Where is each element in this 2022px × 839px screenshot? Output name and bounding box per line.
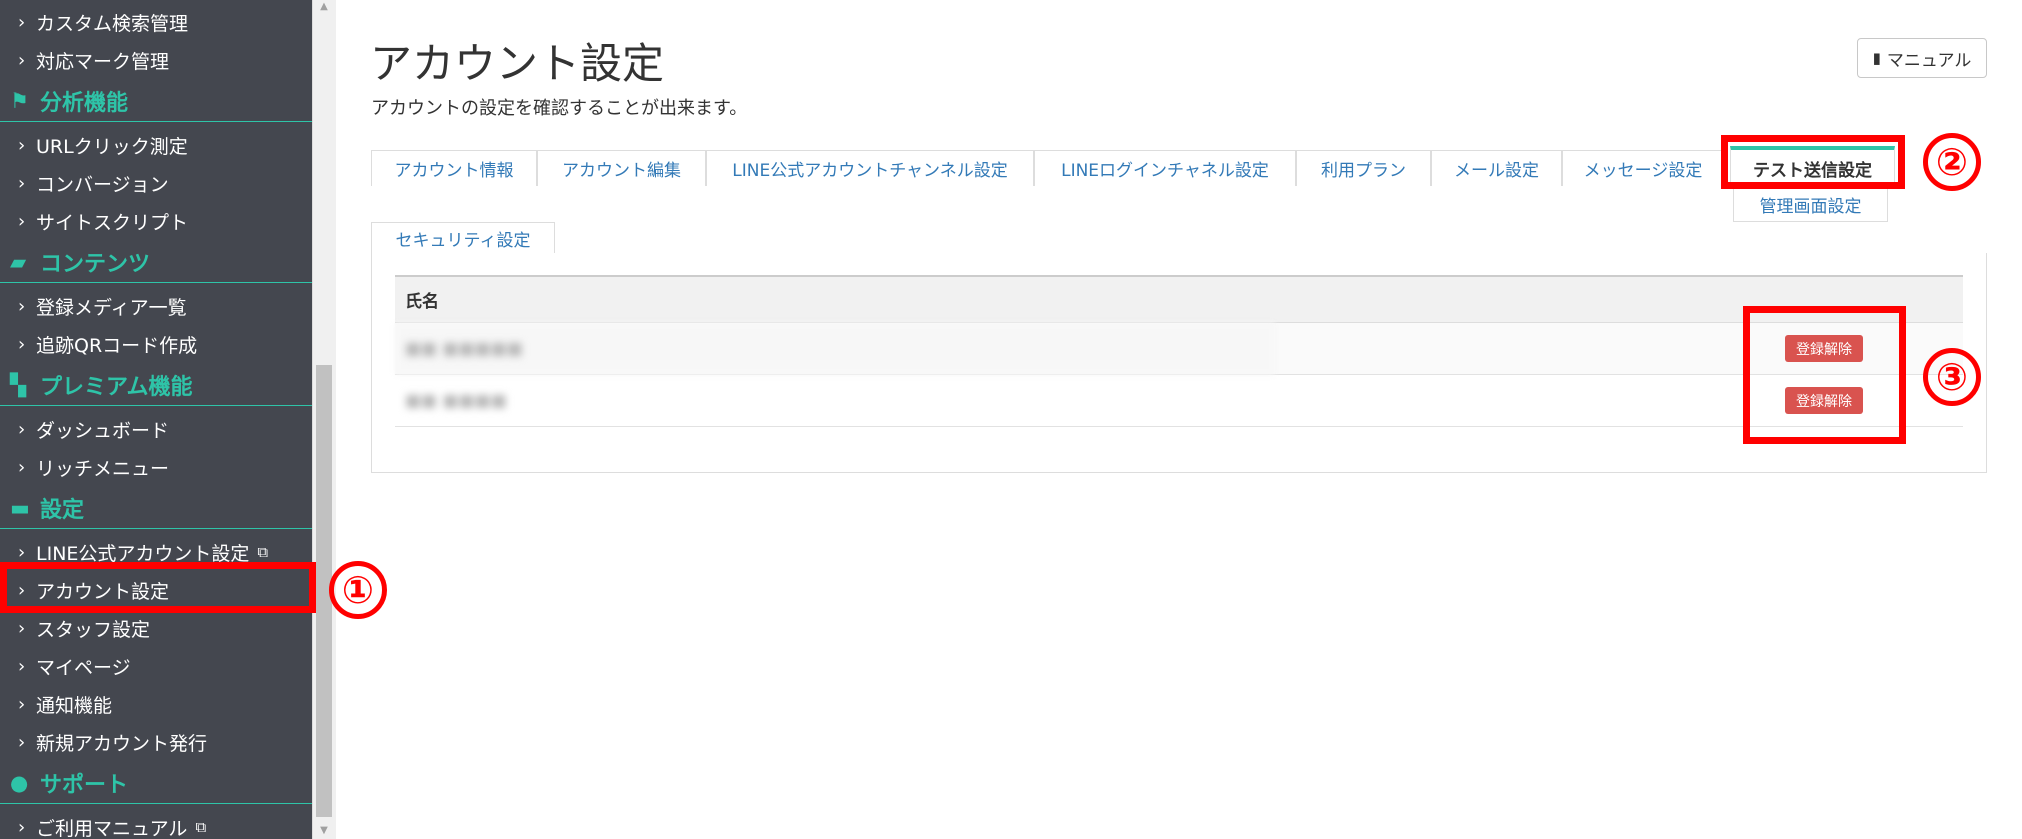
external-link-icon: ⧉ <box>195 818 207 836</box>
sidebar-item-dashboard[interactable]: › ダッシュボード <box>0 410 312 448</box>
chevron-right-icon: › <box>18 49 26 71</box>
table-header: 氏名 <box>395 275 1963 323</box>
sidebar-item-custom-search[interactable]: › カスタム検索管理 <box>0 3 312 41</box>
sidebar-item-label: リッチメニュー <box>36 457 170 480</box>
sidebar-item-new-account[interactable]: › 新規アカウント発行 <box>0 723 312 761</box>
column-header-name: 氏名 <box>405 292 439 312</box>
annotation-marker-3: ③ <box>1920 345 1984 409</box>
sidebar-section-premium: ▚ プレミアム機能 <box>0 364 312 406</box>
chevron-right-icon: › <box>18 333 26 355</box>
chevron-right-icon: › <box>18 693 26 715</box>
tab-account-info[interactable]: アカウント情報 <box>371 150 537 186</box>
tab-line-login-channel[interactable]: LINEログインチャネル設定 <box>1034 150 1296 186</box>
sidebar-section-support: ● サポート <box>0 762 312 804</box>
page-title: アカウント設定 <box>370 39 665 88</box>
annotation-marker-1: ① <box>326 558 390 622</box>
sidebar-item-label: サイトスクリプト <box>36 211 189 234</box>
comment-icon: ▬ <box>10 495 30 520</box>
sidebar-item-label: 通知機能 <box>36 694 113 717</box>
chevron-right-icon: › <box>18 655 26 677</box>
tab-plan[interactable]: 利用プラン <box>1296 150 1431 186</box>
chevron-right-icon: › <box>18 731 26 753</box>
sidebar-item-site-script[interactable]: › サイトスクリプト <box>0 202 312 240</box>
tab-account-edit[interactable]: アカウント編集 <box>537 150 706 186</box>
chevron-right-icon: › <box>18 295 26 317</box>
sidebar-item-label: ダッシュボード <box>36 419 170 442</box>
chevron-right-icon: › <box>18 134 26 156</box>
sidebar-item-rich-menu[interactable]: › リッチメニュー <box>0 448 312 486</box>
scroll-up-icon[interactable]: ▲ <box>316 0 332 14</box>
sidebar-item-url-click[interactable]: › URLクリック測定 <box>0 126 312 164</box>
table-row: ■■ ■■■■■ 登録解除 <box>395 323 1963 375</box>
annotation-box-2 <box>1721 135 1905 189</box>
annotation-box-1 <box>0 562 316 613</box>
flag-icon: ⚑ <box>10 88 29 113</box>
question-circle-icon: ● <box>10 770 29 795</box>
folder-open-icon: ▰ <box>10 249 27 274</box>
manual-button[interactable]: ▮ マニュアル <box>1857 38 1987 78</box>
sidebar-item-qr-code[interactable]: › 追跡QRコード作成 <box>0 325 312 363</box>
sidebar-item-user-manual[interactable]: › ご利用マニュアル ⧉ <box>0 808 312 839</box>
tab-admin-screen-settings[interactable]: 管理画面設定 <box>1733 186 1888 222</box>
sidebar-section-settings: ▬ 設定 <box>0 487 312 529</box>
sidebar-item-media-list[interactable]: › 登録メディア一覧 <box>0 287 312 325</box>
sidebar-item-conversion[interactable]: › コンバージョン <box>0 164 312 202</box>
sidebar-item-label: 対応マーク管理 <box>36 50 170 73</box>
tab-line-official-channel[interactable]: LINE公式アカウントチャンネル設定 <box>706 150 1034 186</box>
chevron-right-icon: › <box>18 11 26 33</box>
page-description: アカウントの設定を確認することが出来ます。 <box>371 98 748 119</box>
table-row: ■■ ■■■■ 登録解除 <box>395 375 1963 427</box>
sidebar-item-label: カスタム検索管理 <box>36 12 189 35</box>
annotation-box-3 <box>1743 306 1906 444</box>
tab-security-settings[interactable]: セキュリティ設定 <box>371 222 555 254</box>
sidebar-item-mark-management[interactable]: › 対応マーク管理 <box>0 41 312 79</box>
chevron-right-icon: › <box>18 210 26 232</box>
sidebar-item-label: コンバージョン <box>36 173 169 196</box>
sidebar-item-label: 追跡QRコード作成 <box>36 334 198 357</box>
chevron-right-icon: › <box>18 172 26 194</box>
chevron-right-icon: › <box>18 541 26 563</box>
annotation-marker-2: ② <box>1920 130 1984 194</box>
sidebar-section-contents: ▰ コンテンツ <box>0 241 312 283</box>
book-icon: ▮ <box>1872 49 1881 67</box>
sidebar-item-label: 登録メディア一覧 <box>36 296 187 319</box>
sidebar-item-label: URLクリック測定 <box>36 135 188 158</box>
sidebar-section-analytics: ⚑ 分析機能 <box>0 80 312 122</box>
sidebar-item-notifications[interactable]: › 通知機能 <box>0 685 312 723</box>
blurred-region <box>395 323 1275 375</box>
sidebar-item-label: 新規アカウント発行 <box>36 732 208 755</box>
row-user-name: ■■ ■■■■■ <box>405 338 523 359</box>
chevron-right-icon: › <box>18 456 26 478</box>
tab-message-settings[interactable]: メッセージ設定 <box>1562 150 1724 186</box>
gift-icon: ▚ <box>10 372 27 397</box>
external-link-icon: ⧉ <box>257 543 269 561</box>
sidebar: › カスタム検索管理 › 対応マーク管理 ⚑ 分析機能 › URLクリック測定 … <box>0 0 312 839</box>
chevron-right-icon: › <box>18 617 26 639</box>
sidebar-item-label: スタッフ設定 <box>36 618 151 641</box>
tab-mail-settings[interactable]: メール設定 <box>1431 150 1562 186</box>
sidebar-item-label: ご利用マニュアル <box>36 817 188 839</box>
row-user-name: ■■ ■■■■ <box>405 390 507 411</box>
sidebar-item-my-page[interactable]: › マイページ <box>0 647 312 685</box>
scroll-down-icon[interactable]: ▼ <box>316 824 332 838</box>
sidebar-item-staff-settings[interactable]: › スタッフ設定 <box>0 609 312 647</box>
chevron-right-icon: › <box>18 418 26 440</box>
chevron-right-icon: › <box>18 816 26 838</box>
sidebar-item-label: マイページ <box>36 656 131 679</box>
